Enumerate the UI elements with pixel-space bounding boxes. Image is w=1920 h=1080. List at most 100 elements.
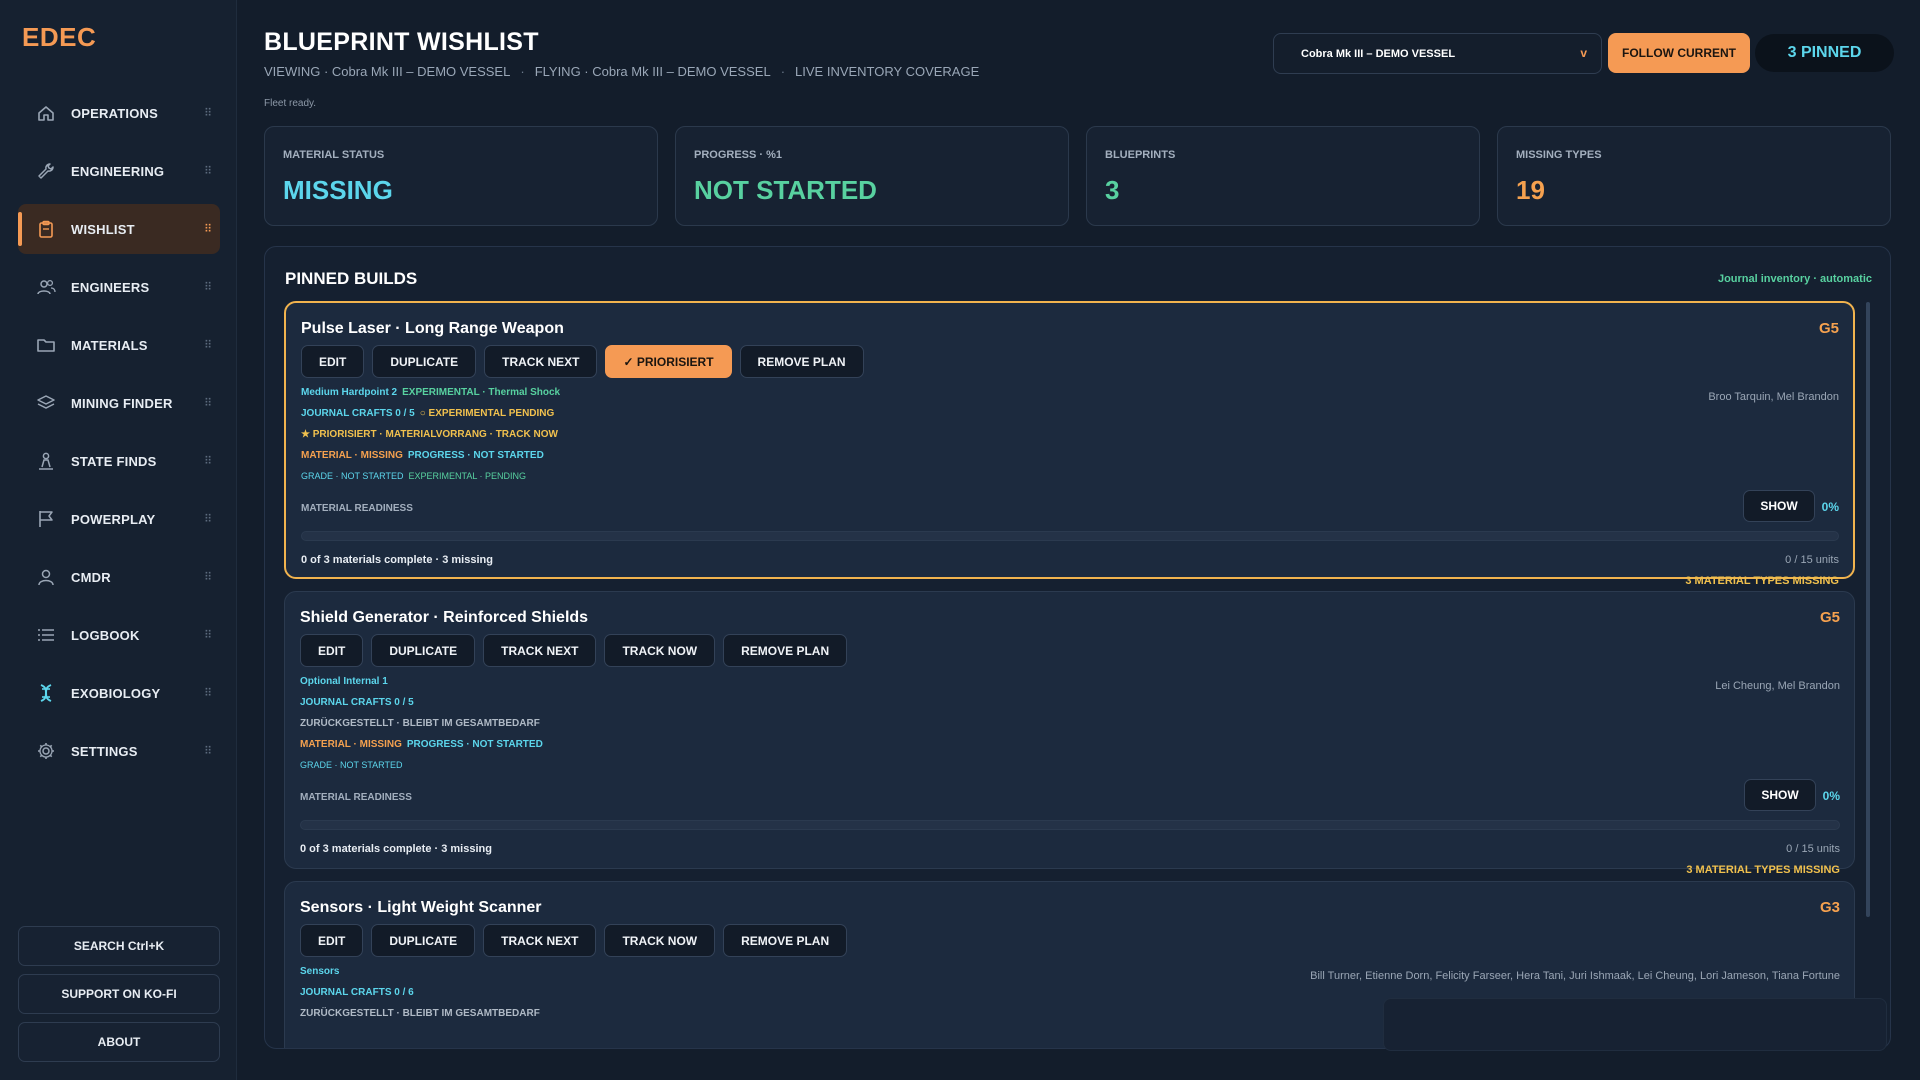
drag-handle-icon[interactable]: ⠿ [204, 513, 212, 526]
duplicate-button[interactable]: DUPLICATE [371, 634, 476, 667]
drag-handle-icon[interactable]: ⠿ [204, 397, 212, 410]
fleet-status: Fleet ready. [264, 98, 317, 109]
priority-line: ★ PRIORISIERT · MATERIALVORRANG · TRACK … [301, 429, 558, 440]
sidebar-item-materials[interactable]: MATERIALS ⠿ [18, 320, 220, 370]
engineer-list: Lei Cheung, Mel Brandon [1715, 680, 1840, 692]
sidebar-item-label: ENGINEERS [71, 279, 150, 295]
sidebar-item-engineers[interactable]: ENGINEERS ⠿ [18, 262, 220, 312]
wrench-icon [36, 161, 56, 181]
duplicate-button[interactable]: DUPLICATE [371, 924, 476, 957]
sidebar-item-label: EXOBIOLOGY [71, 685, 161, 701]
track-now-button[interactable]: TRACK NOW [604, 634, 716, 667]
sidebar-item-label: MINING FINDER [71, 395, 173, 411]
subtitle-separator: · [780, 64, 786, 79]
drag-handle-icon[interactable]: ⠿ [204, 339, 212, 352]
stat-value: NOT STARTED [694, 175, 877, 205]
show-button[interactable]: SHOW [1744, 779, 1816, 811]
build-grade: G5 [1818, 320, 1839, 337]
edit-button[interactable]: EDIT [300, 924, 364, 957]
sidebar-item-operations[interactable]: OPERATIONS ⠿ [18, 88, 220, 138]
stat-card-missing-types: MISSING TYPES 19 [1497, 126, 1891, 226]
drag-handle-icon[interactable]: ⠿ [204, 687, 212, 700]
readiness-progress-bar [301, 531, 1839, 541]
layers-icon [36, 393, 56, 413]
drag-handle-icon[interactable]: ⠿ [204, 165, 212, 178]
stat-card-blueprints: BLUEPRINTS 3 [1086, 126, 1480, 226]
scrollbar[interactable] [1866, 302, 1870, 917]
sidebar-item-powerplay[interactable]: POWERPLAY ⠿ [18, 494, 220, 544]
page-title: BLUEPRINT WISHLIST [264, 28, 539, 56]
sidebar-item-state-finds[interactable]: STATE FINDS ⠿ [18, 436, 220, 486]
units-count: 0 / 15 units [1786, 843, 1840, 855]
remove-plan-button[interactable]: REMOVE PLAN [723, 634, 848, 667]
gear-icon [36, 741, 56, 761]
slot-name: Optional Internal 1 [300, 676, 388, 687]
edit-button[interactable]: EDIT [301, 345, 365, 378]
priority-line: ZURÜCKGESTELLT · BLEIBT IM GESAMTBEDARF [300, 1008, 540, 1019]
track-next-button[interactable]: TRACK NEXT [483, 924, 597, 957]
stat-value: MISSING [283, 175, 393, 205]
drag-handle-icon[interactable]: ⠿ [204, 223, 212, 236]
stat-value: 3 [1105, 175, 1120, 205]
clipboard-icon [36, 219, 56, 239]
sidebar-item-wishlist[interactable]: WISHLIST ⠿ [18, 204, 220, 254]
edit-button[interactable]: EDIT [300, 634, 364, 667]
duplicate-button[interactable]: DUPLICATE [372, 345, 477, 378]
drag-handle-icon[interactable]: ⠿ [204, 629, 212, 642]
support-kofi-button[interactable]: SUPPORT ON KO-FI [18, 974, 220, 1014]
journal-inventory-note: Journal inventory · automatic [1717, 273, 1872, 285]
sidebar-item-mining-finder[interactable]: MINING FINDER ⠿ [18, 378, 220, 428]
about-button[interactable]: ABOUT [18, 1022, 220, 1062]
sidebar-item-exobiology[interactable]: EXOBIOLOGY ⠿ [18, 668, 220, 718]
vessel-select-value: Cobra Mk III – DEMO VESSEL [1301, 47, 1456, 60]
build-name: Shield Generator · Reinforced Shields [300, 609, 589, 626]
track-next-button[interactable]: TRACK NEXT [484, 345, 598, 378]
drag-handle-icon[interactable]: ⠿ [204, 281, 212, 294]
engineer-list: Bill Turner, Etienne Dorn, Felicity Fars… [1310, 970, 1840, 982]
sidebar-item-logbook[interactable]: LOGBOOK ⠿ [18, 610, 220, 660]
sidebar-item-engineering[interactable]: ENGINEERING ⠿ [18, 146, 220, 196]
remove-plan-button[interactable]: REMOVE PLAN [739, 345, 864, 378]
drag-handle-icon[interactable]: ⠿ [204, 455, 212, 468]
show-button[interactable]: SHOW [1743, 490, 1815, 522]
track-next-button[interactable]: TRACK NEXT [483, 634, 597, 667]
sidebar-item-label: WISHLIST [71, 221, 135, 237]
drag-handle-icon[interactable]: ⠿ [204, 571, 212, 584]
status-line: MATERIAL · MISSING PROGRESS · NOT STARTED [300, 739, 548, 750]
drag-handle-icon[interactable]: ⠿ [204, 107, 212, 120]
build-actions: EDIT DUPLICATE TRACK NEXT TRACK NOW REMO… [300, 924, 848, 957]
track-now-button[interactable]: TRACK NOW [604, 924, 716, 957]
stat-label: MATERIAL STATUS [283, 149, 385, 161]
sidebar-item-label: LOGBOOK [71, 627, 140, 643]
build-actions: EDIT DUPLICATE TRACK NEXT TRACK NOW REMO… [300, 634, 848, 667]
sidebar-item-settings[interactable]: SETTINGS ⠿ [18, 726, 220, 776]
search-button[interactable]: SEARCH Ctrl+K [18, 926, 220, 966]
list-icon [36, 625, 56, 645]
sidebar-item-label: POWERPLAY [71, 511, 156, 527]
remove-plan-button[interactable]: REMOVE PLAN [723, 924, 848, 957]
home-icon [36, 103, 56, 123]
sidebar-nav: OPERATIONS ⠿ ENGINEERING ⠿ WISHLIST ⠿ ENGINEER… [18, 88, 220, 784]
readiness-percent: 0% [1822, 789, 1840, 803]
sidebar-item-cmdr[interactable]: CMDR ⠿ [18, 552, 220, 602]
flying-vessel: FLYING · Cobra Mk III – DEMO VESSEL [534, 64, 771, 79]
material-status: MATERIAL · MISSING [301, 450, 403, 461]
journal-crafts: JOURNAL CRAFTS 0 / 5 [300, 697, 414, 708]
sidebar-item-label: STATE FINDS [71, 453, 157, 469]
follow-current-button[interactable]: FOLLOW CURRENT [1608, 33, 1750, 73]
priority-line: ZURÜCKGESTELLT · BLEIBT IM GESAMTBEDARF [300, 718, 540, 729]
crafts-line: JOURNAL CRAFTS 0 / 6 [300, 987, 419, 998]
prioritized-button[interactable]: ✓ PRIORISIERT [605, 345, 732, 378]
drag-handle-icon[interactable]: ⠿ [204, 745, 212, 758]
pinned-count-button[interactable]: 3 PINNED [1755, 34, 1894, 72]
journal-crafts: JOURNAL CRAFTS 0 / 6 [300, 987, 414, 998]
crafts-line: JOURNAL CRAFTS 0 / 5 ○ EXPERIMENTAL PENDI… [301, 408, 559, 419]
build-grade: G5 [1819, 609, 1840, 626]
vessel-select[interactable]: Cobra Mk III – DEMO VESSEL v [1273, 33, 1602, 74]
journal-crafts: JOURNAL CRAFTS 0 / 5 [301, 408, 415, 419]
vessel-subtitle: VIEWING · Cobra Mk III – DEMO VESSEL · F… [264, 64, 979, 79]
folder-icon [36, 335, 56, 355]
stat-card-progress: PROGRESS · %1 NOT STARTED [675, 126, 1069, 226]
readiness-progress-bar [300, 820, 1840, 830]
stat-label: MISSING TYPES [1516, 149, 1602, 161]
